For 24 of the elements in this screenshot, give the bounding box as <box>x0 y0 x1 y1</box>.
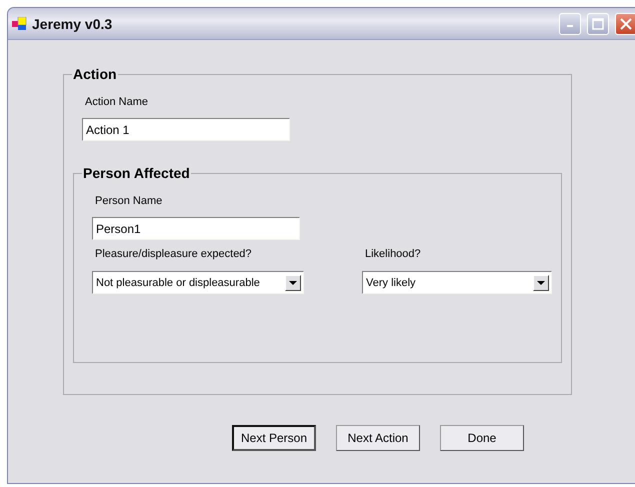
field-label: Action Name <box>85 96 149 108</box>
dropdown-value: Very likely <box>366 276 417 288</box>
caret-icon <box>537 280 545 284</box>
close-button[interactable] <box>615 12 635 34</box>
caret-icon <box>289 280 297 284</box>
close-icon <box>620 18 632 30</box>
input-field[interactable]: Person1 <box>92 217 300 240</box>
dialog-button[interactable]: Next Action <box>336 425 420 451</box>
dropdown-button[interactable] <box>533 274 549 290</box>
dropdown[interactable]: Not pleasurable or displeasurable <box>92 271 304 294</box>
dialog-button[interactable]: Done <box>440 425 524 451</box>
group-title: Action <box>72 66 118 82</box>
dropdown[interactable]: Very likely <box>362 271 552 294</box>
dialog-button[interactable]: Next Person <box>232 425 316 451</box>
input-field[interactable]: Action 1 <box>82 118 290 141</box>
window-title: Jeremy v0.3 <box>32 16 114 32</box>
dropdown-button[interactable] <box>285 274 301 290</box>
field-label: Pleasure/displeasure expected? <box>95 248 253 260</box>
field-label: Likelihood? <box>365 248 422 260</box>
group-title: Person Affected <box>82 165 191 181</box>
dropdown-value: Not pleasurable or displeasurable <box>96 276 261 288</box>
field-label: Person Name <box>95 195 164 207</box>
app-icon <box>12 16 28 30</box>
maximize-icon <box>592 18 604 30</box>
